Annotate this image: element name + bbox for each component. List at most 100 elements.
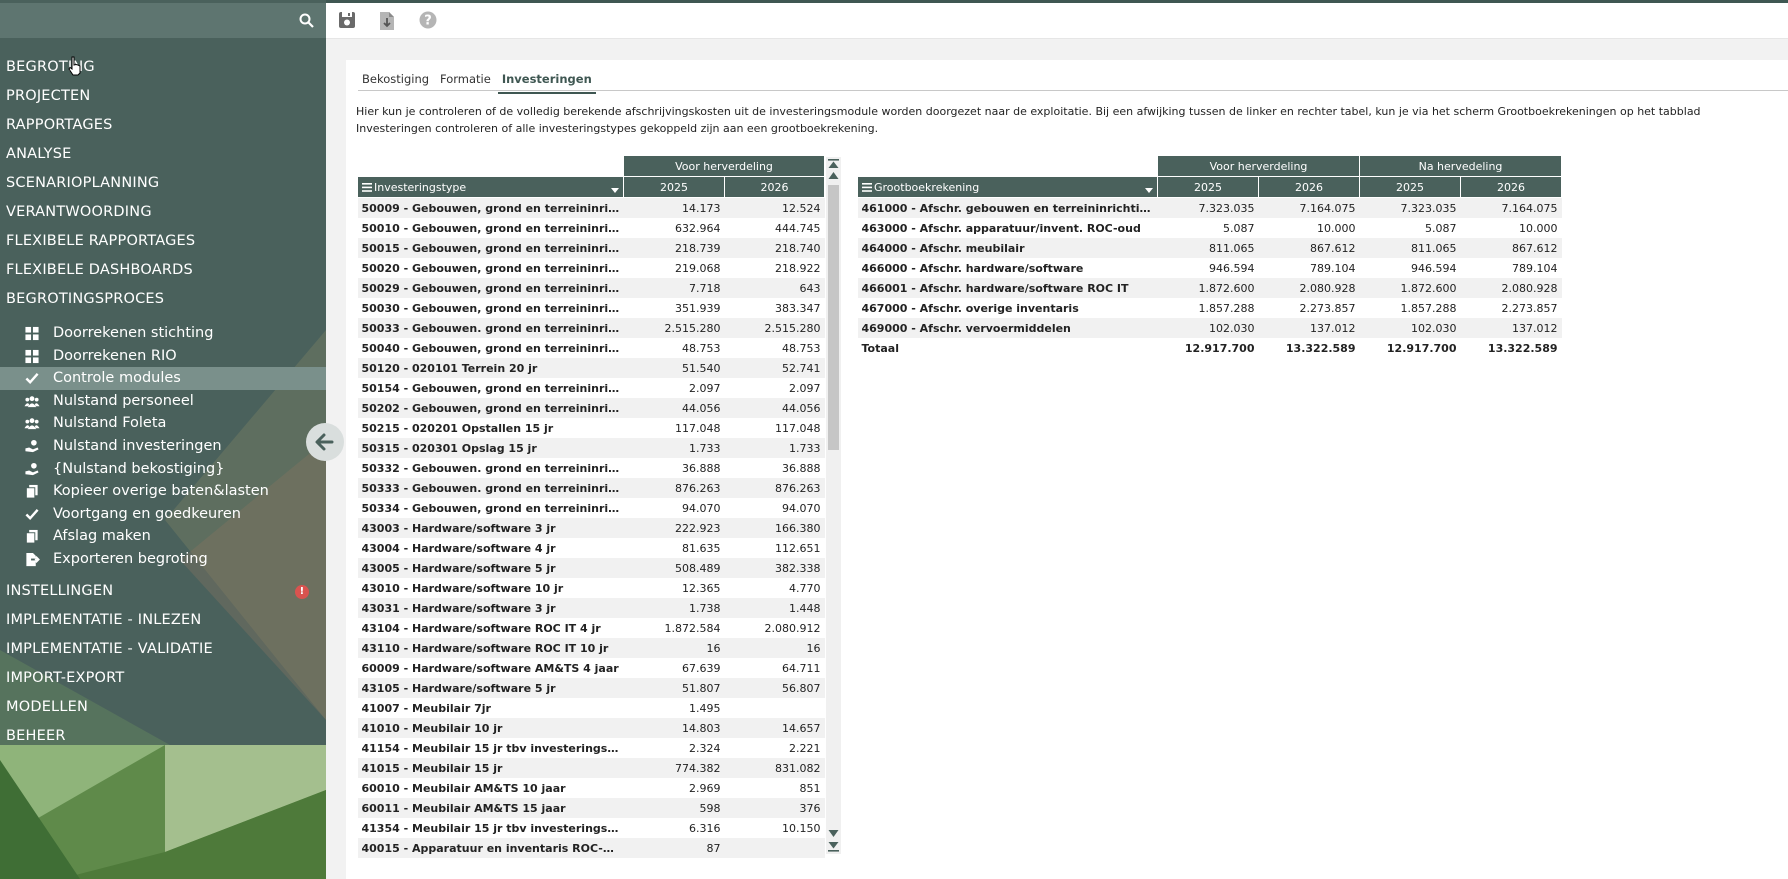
table-row[interactable]: 50315 - 020301 Opslag 15 jr 1.733 1.733 — [357, 438, 825, 458]
table-row[interactable]: 50202 - Gebouwen, grond en terreininrich… — [357, 398, 825, 418]
tab-formatie[interactable]: Formatie — [436, 70, 495, 92]
tab-bekostiging[interactable]: Bekostiging — [358, 70, 433, 92]
scroll-top-icon[interactable] — [828, 159, 839, 169]
nav-item-flexibele-dashboards[interactable]: FLEXIBELE DASHBOARDS — [0, 256, 326, 285]
table-row[interactable]: 43104 - Hardware/software ROC IT 4 jr 1.8… — [357, 618, 825, 638]
table-row[interactable]: 50029 - Gebouwen, grond en terreininrich… — [357, 278, 825, 298]
table-row[interactable]: 41015 - Meubilair 15 jr 774.382 831.082 — [357, 758, 825, 778]
sidebar-item-label: Kopieer overige baten&lasten — [53, 483, 269, 500]
nav-item-verantwoording[interactable]: VERANTWOORDING — [0, 198, 326, 227]
table-row[interactable]: 50030 - Gebouwen, grond en terreininrich… — [357, 298, 825, 318]
nav-item-beheer[interactable]: BEHEER — [0, 722, 326, 751]
table-row[interactable]: 467000 - Afschr. overige inventaris 1.857… — [857, 298, 1562, 318]
table-row[interactable]: 466000 - Afschr. hardware/software 946.59… — [857, 258, 1562, 278]
table-row[interactable]: 43105 - Hardware/software 5 jr 51.807 56.8… — [357, 678, 825, 698]
table-row[interactable]: 50040 - Gebouwen, grond en terreininrich… — [357, 338, 825, 358]
table-row[interactable]: 50333 - Gebouwen. grond en terreininrich… — [357, 478, 825, 498]
column-header-2026[interactable]: 2026 — [724, 176, 825, 198]
sidebar-item-kopieer-overige-baten-lasten[interactable]: Kopieer overige baten&lasten — [0, 480, 326, 503]
table-row[interactable]: 60011 - Meubilair AM&TS 15 jaar 598 376 — [357, 798, 825, 818]
table-row[interactable]: 466001 - Afschr. hardware/software ROC I… — [857, 278, 1562, 298]
sidebar-item-doorrekenen-rio[interactable]: Doorrekenen RIO — [0, 345, 326, 368]
table-row[interactable]: 50015 - Gebouwen, grond en terreininrich… — [357, 238, 825, 258]
sidebar-item-nulstand-foleta[interactable]: Nulstand Foleta — [0, 412, 326, 435]
menu-icon[interactable] — [362, 183, 372, 192]
sidebar-item-controle-modules[interactable]: Controle modules — [0, 367, 326, 390]
nav-item-flexibele-rapportages[interactable]: FLEXIBELE RAPPORTAGES — [0, 227, 326, 256]
table-row[interactable]: 40015 - Apparatuur en inventaris ROC-oud… — [357, 838, 825, 858]
table-row[interactable]: 43005 - Hardware/software 5 jr 508.489 382… — [357, 558, 825, 578]
row-label: 50333 - Gebouwen. grond en terreininrich… — [357, 478, 624, 498]
column-header-2025[interactable]: 2025 — [623, 176, 725, 198]
download-icon[interactable] — [379, 11, 395, 31]
arrow-left-icon[interactable] — [312, 430, 338, 454]
table-row[interactable]: 41154 - Meubilair 15 jr tbv investerings… — [357, 738, 825, 758]
cell-2025: 51.540 — [623, 358, 725, 378]
search-bar[interactable] — [0, 3, 326, 38]
sidebar-item-nulstand-personeel[interactable]: Nulstand personeel — [0, 390, 326, 413]
cell-2026: 16 — [724, 638, 825, 658]
scroll-down-icon[interactable] — [828, 830, 839, 838]
nav-item-rapportages[interactable]: RAPPORTAGES — [0, 111, 326, 140]
table-row[interactable]: 50120 - 020101 Terrein 20 jr 51.540 52.741 — [357, 358, 825, 378]
sidebar-item-nulstand-investeringen[interactable]: Nulstand investeringen — [0, 435, 326, 458]
search-icon[interactable] — [299, 13, 314, 28]
nav-item-projecten[interactable]: PROJECTEN — [0, 82, 326, 111]
table-row[interactable]: 50020 - Gebouwen, grond en terreininrich… — [357, 258, 825, 278]
table-row[interactable]: 43003 - Hardware/software 3 jr 222.923 166… — [357, 518, 825, 538]
table-row[interactable]: 464000 - Afschr. meubilair 811.065 867.612… — [857, 238, 1562, 258]
table-row[interactable]: 50009 - Gebouwen, grond en terreininrich… — [357, 197, 825, 218]
table-row[interactable]: 60010 - Meubilair AM&TS 10 jaar 2.969 851 — [357, 778, 825, 798]
scroll-thumb[interactable] — [828, 185, 839, 450]
table-row[interactable]: 50334 - Gebouwen, grond en terreininrich… — [357, 498, 825, 518]
column-header-investeringstype[interactable]: Investeringstype — [357, 176, 624, 198]
nav-item-instellingen[interactable]: INSTELLINGEN! — [0, 577, 326, 606]
table-row[interactable]: 41354 - Meubilair 15 jr tbv investerings… — [357, 818, 825, 838]
sidebar-item-nulstand-bekostiging[interactable]: {Nulstand bekostiging} — [0, 458, 326, 481]
table-row[interactable]: 43010 - Hardware/software 10 jr 12.365 4.7… — [357, 578, 825, 598]
table-row[interactable]: 50154 - Gebouwen, grond en terreininrich… — [357, 378, 825, 398]
column-header-voor-2026[interactable]: 2026 — [1258, 176, 1360, 198]
sidebar-item-exporteren-begroting[interactable]: Exporteren begroting — [0, 548, 326, 571]
table-row[interactable]: 461000 - Afschr. gebouwen en terreininri… — [857, 197, 1562, 218]
sidebar-item-doorrekenen-stichting[interactable]: Doorrekenen stichting — [0, 322, 326, 345]
table-row[interactable]: 41007 - Meubilair 7jr 1.495 — [357, 698, 825, 718]
scroll-up-icon[interactable] — [828, 172, 839, 180]
chevron-down-icon[interactable] — [611, 187, 619, 193]
nav-item-begrotingsproces[interactable]: BEGROTINGSPROCES — [0, 285, 326, 314]
nav-item-import-export[interactable]: IMPORT-EXPORT — [0, 664, 326, 693]
column-header-grootboekrekening[interactable]: Grootboekrekening — [857, 176, 1158, 198]
nav-item-implementatie-validatie[interactable]: IMPLEMENTATIE - VALIDATIE — [0, 635, 326, 664]
value-cell: 2.080.928 — [1460, 278, 1562, 298]
column-header-voor-2025[interactable]: 2025 — [1157, 176, 1259, 198]
nav-item-implementatie-inlezen[interactable]: IMPLEMENTATIE - INLEZEN — [0, 606, 326, 635]
help-icon[interactable]: ? — [419, 11, 437, 29]
sidebar-item-afslag-maken[interactable]: Afslag maken — [0, 525, 326, 548]
column-header-na-2026[interactable]: 2026 — [1459, 176, 1563, 198]
nav-item-begroting[interactable]: BEGROTING — [0, 53, 326, 82]
scroll-bottom-icon[interactable] — [828, 842, 839, 852]
table-row[interactable]: 469000 - Afschr. vervoermiddelen 102.030 1… — [857, 318, 1562, 338]
table-row[interactable]: 463000 - Afschr. apparatuur/invent. ROC-… — [857, 218, 1562, 238]
table-row[interactable]: 50033 - Gebouwen. grond en terreininrich… — [357, 318, 825, 338]
row-label: 41015 - Meubilair 15 jr — [357, 758, 624, 778]
table-row[interactable]: 50010 - Gebouwen, grond en terreininrich… — [357, 218, 825, 238]
save-icon[interactable] — [338, 11, 356, 29]
table-row[interactable]: 41010 - Meubilair 10 jr 14.803 14.657 — [357, 718, 825, 738]
menu-icon[interactable] — [862, 183, 872, 192]
left-table-scrollbar[interactable] — [826, 157, 841, 854]
table-row[interactable]: 60009 - Hardware/software AM&TS 4 jaar 67… — [357, 658, 825, 678]
column-header-na-2025[interactable]: 2025 — [1359, 176, 1461, 198]
nav-item-scenarioplanning[interactable]: SCENARIOPLANNING — [0, 169, 326, 198]
table-row[interactable]: 50215 - 020201 Opstallen 15 jr 117.048 117… — [357, 418, 825, 438]
table-row[interactable]: 43031 - Hardware/software 3 jr 1.738 1.448 — [357, 598, 825, 618]
nav-item-modellen[interactable]: MODELLEN — [0, 693, 326, 722]
chevron-down-icon[interactable] — [1145, 187, 1153, 193]
nav-item-analyse[interactable]: ANALYSE — [0, 140, 326, 169]
cell-2026: 112.651 — [724, 538, 825, 558]
sidebar-item-voortgang-en-goedkeuren[interactable]: Voortgang en goedkeuren — [0, 503, 326, 526]
table-row[interactable]: 50332 - Gebouwen. grond en terreininrich… — [357, 458, 825, 478]
table-row[interactable]: 43004 - Hardware/software 4 jr 81.635 112.… — [357, 538, 825, 558]
cell-2026: 166.380 — [724, 518, 825, 538]
table-row[interactable]: 43110 - Hardware/software ROC IT 10 jr 16… — [357, 638, 825, 658]
